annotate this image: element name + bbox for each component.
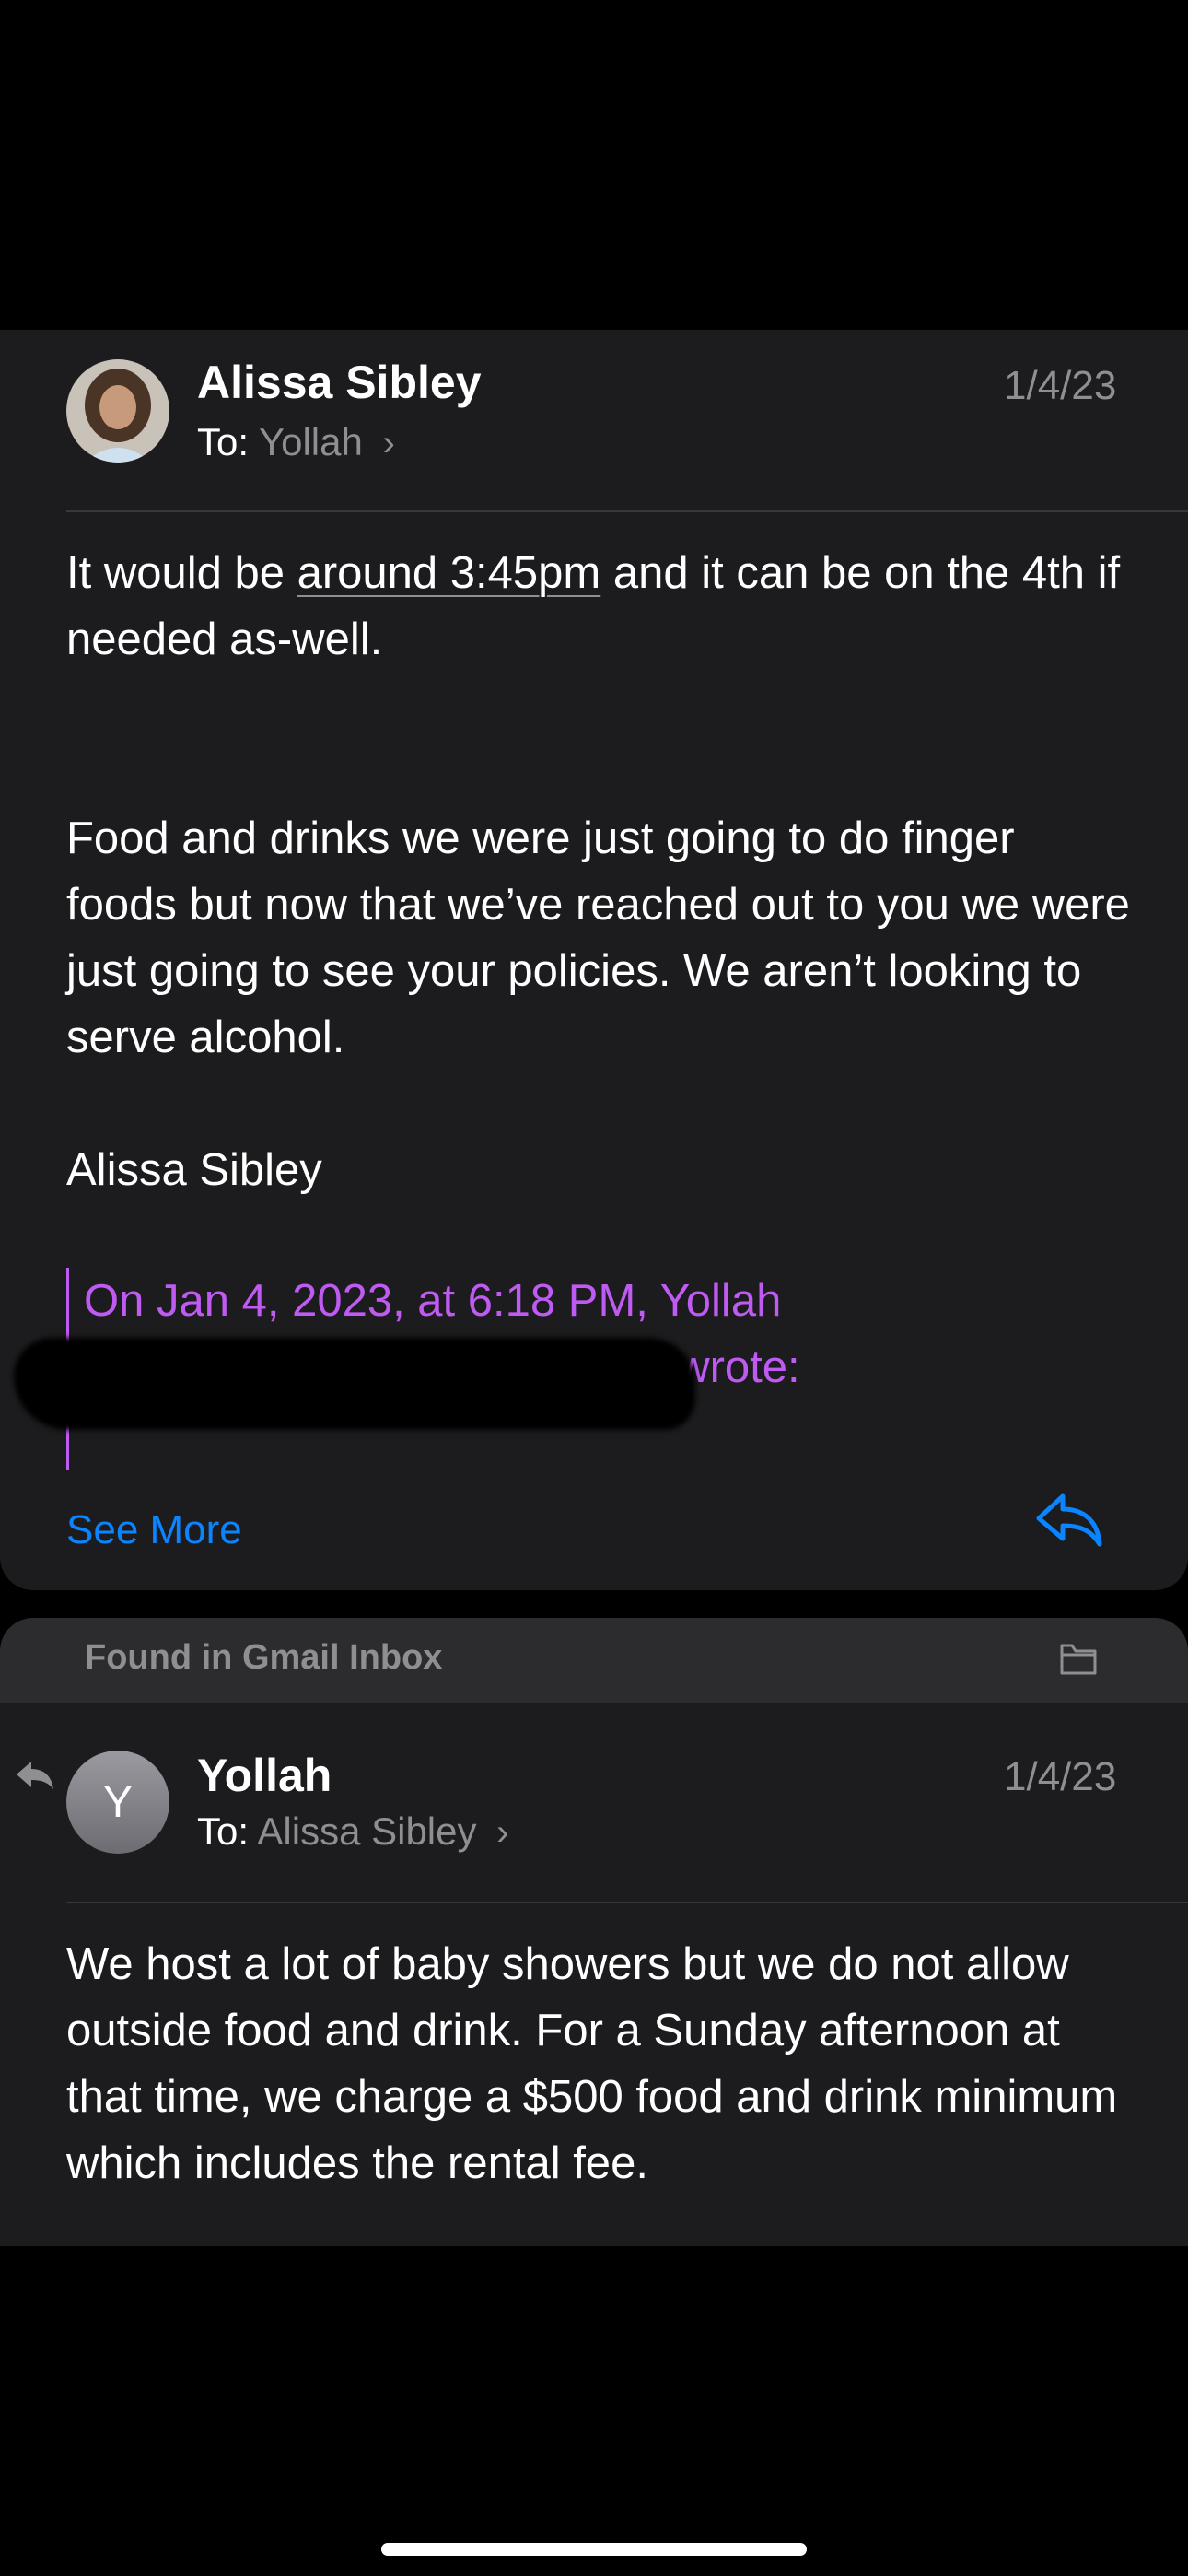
recipient-name[interactable]: Alissa Sibley [257,1809,476,1853]
header-divider [66,510,1188,512]
see-more-link[interactable]: See More [66,1507,242,1553]
signature: Alissa Sibley [66,1145,322,1195]
quoted-reply: On Jan 4, 2023, at 6:18 PM, Yollah > wro… [14,1268,1097,1470]
body-paragraph-1: It would be around 3:45pm and it can be … [66,548,1121,664]
sender-avatar[interactable]: Y [66,1751,169,1854]
sender-avatar[interactable] [66,359,169,463]
message-date: 1/4/23 [1004,363,1117,408]
message-date: 1/4/23 [1004,1754,1117,1799]
reply-arrow-icon[interactable] [1031,1481,1105,1555]
recipient-name[interactable]: Yollah [259,420,363,463]
header-divider [66,1902,1188,1903]
redaction-scribble [14,1338,695,1430]
message-body: We host a lot of baby showers but we do … [66,1939,1118,2188]
recipient-line[interactable]: To: Alissa Sibley › [197,1809,509,1854]
sender-name[interactable]: Alissa Sibley [197,356,482,409]
to-label: To: [197,1809,250,1853]
avatar-initial: Y [102,1777,133,1827]
folder-icon[interactable] [1059,1642,1098,1677]
replied-indicator-icon [17,1762,53,1789]
time-link[interactable]: around 3:45pm [297,548,601,598]
email-message-card: Alissa Sibley To: Yollah › 1/4/23 It wou… [0,330,1188,1590]
body-paragraph-2: Food and drinks we were just going to do… [66,814,1130,1062]
email-message-card: Found in Gmail Inbox Y Yollah To: Alissa… [0,1618,1188,2246]
chevron-right-icon: › [496,1812,509,1853]
sender-name[interactable]: Yollah [197,1749,332,1802]
recipient-line[interactable]: To: Yollah › [197,420,395,464]
message-body: It would be around 3:45pm and it can be … [66,540,1135,1203]
chevron-right-icon: › [382,423,395,463]
found-in-label: Found in Gmail Inbox [85,1638,443,1677]
to-label: To: [197,420,250,463]
home-indicator[interactable] [381,2543,807,2556]
quote-header: On Jan 4, 2023, at 6:18 PM, Yollah [84,1276,782,1326]
found-in-mailbox-bar[interactable]: Found in Gmail Inbox [0,1618,1188,1703]
